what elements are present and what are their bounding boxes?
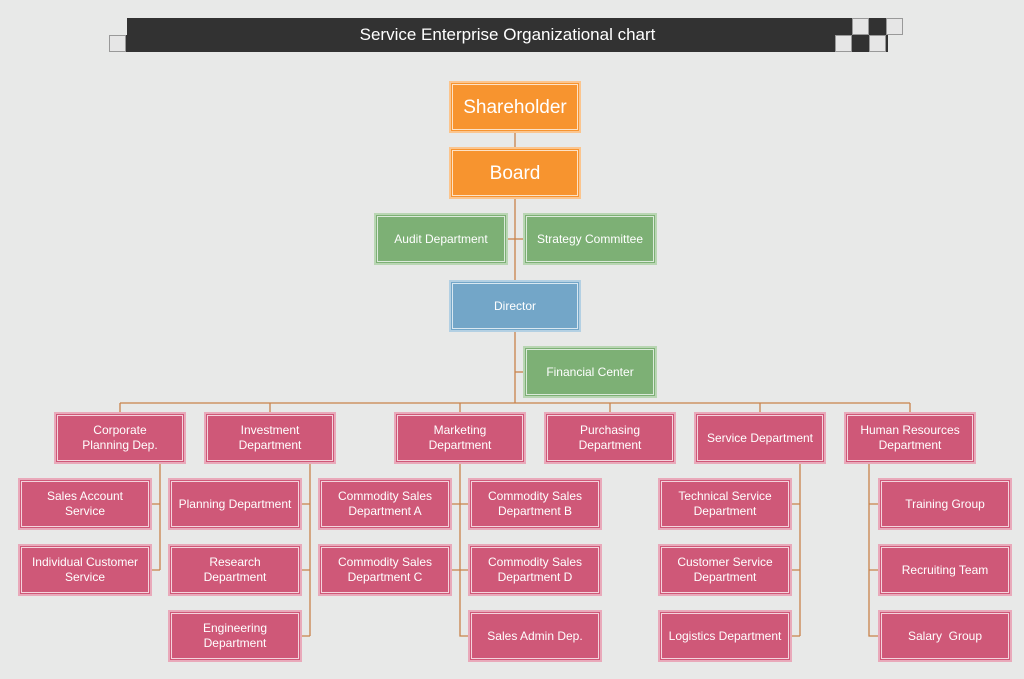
node-planning[interactable]: Planning Department bbox=[168, 478, 302, 530]
connector-drops bbox=[119, 403, 911, 412]
node-commodity-b[interactable]: Commodity Sales Department B bbox=[468, 478, 602, 530]
node-salary[interactable]: Salary Group bbox=[878, 610, 1012, 662]
node-label: Salary Group bbox=[907, 628, 983, 643]
connector-investment bbox=[302, 464, 311, 637]
connector-service bbox=[792, 464, 801, 637]
node-director[interactable]: Director bbox=[449, 280, 581, 332]
node-label: Shareholder bbox=[463, 96, 567, 118]
node-label: Sales Admin Dep. bbox=[487, 628, 583, 643]
node-logistics[interactable]: Logistics Department bbox=[658, 610, 792, 662]
node-label: Commodity Sales Department C bbox=[337, 555, 433, 584]
node-label: Recruiting Team bbox=[901, 562, 989, 577]
node-label: Research Department bbox=[203, 555, 267, 584]
node-board[interactable]: Board bbox=[449, 147, 581, 199]
node-technical-service[interactable]: Technical Service Department bbox=[658, 478, 792, 530]
node-label: Audit Department bbox=[394, 231, 488, 246]
node-label: Planning Department bbox=[178, 496, 292, 511]
node-label: Strategy Committee bbox=[536, 231, 644, 246]
node-label: Commodity Sales Department B bbox=[487, 489, 583, 518]
node-investment[interactable]: Investment Department bbox=[204, 412, 336, 464]
connector-marketing bbox=[452, 464, 468, 637]
node-label: Commodity Sales Department A bbox=[337, 489, 433, 518]
node-hr[interactable]: Human Resources Department bbox=[844, 412, 976, 464]
node-commodity-d[interactable]: Commodity Sales Department D bbox=[468, 544, 602, 596]
node-label: Human Resources Department bbox=[860, 423, 960, 452]
node-research[interactable]: Research Department bbox=[168, 544, 302, 596]
node-label: Engineering Department bbox=[202, 621, 268, 650]
node-service[interactable]: Service Department bbox=[694, 412, 826, 464]
node-label: Commodity Sales Department D bbox=[487, 555, 583, 584]
node-shareholder[interactable]: Shareholder bbox=[449, 81, 581, 133]
node-strategy[interactable]: Strategy Committee bbox=[523, 213, 657, 265]
node-individual-customer[interactable]: Individual Customer Service bbox=[18, 544, 152, 596]
node-label: Technical Service Department bbox=[678, 489, 772, 518]
node-label: Service Department bbox=[706, 430, 814, 445]
node-engineering[interactable]: Engineering Department bbox=[168, 610, 302, 662]
node-recruiting[interactable]: Recruiting Team bbox=[878, 544, 1012, 596]
node-label: Corporate Planning Dep. bbox=[82, 423, 158, 452]
node-audit[interactable]: Audit Department bbox=[374, 213, 508, 265]
node-label: Training Group bbox=[905, 496, 985, 511]
node-label: Financial Center bbox=[546, 364, 634, 379]
node-label: Customer Service Department bbox=[677, 555, 773, 584]
node-sales-account[interactable]: Sales Account Service bbox=[18, 478, 152, 530]
node-label: Logistics Department bbox=[668, 628, 782, 643]
node-label: Investment Department bbox=[238, 423, 302, 452]
node-marketing[interactable]: Marketing Department bbox=[394, 412, 526, 464]
node-financial[interactable]: Financial Center bbox=[523, 346, 657, 398]
node-label: Purchasing Department bbox=[578, 423, 642, 452]
node-label: Individual Customer Service bbox=[31, 555, 139, 584]
node-label: Board bbox=[489, 162, 541, 184]
connector-hr bbox=[868, 464, 878, 637]
connector-corporate bbox=[152, 464, 161, 571]
node-sales-admin[interactable]: Sales Admin Dep. bbox=[468, 610, 602, 662]
node-commodity-c[interactable]: Commodity Sales Department C bbox=[318, 544, 452, 596]
node-training[interactable]: Training Group bbox=[878, 478, 1012, 530]
node-label: Director bbox=[493, 298, 536, 313]
node-label: Sales Account Service bbox=[46, 489, 124, 518]
node-customer-service[interactable]: Customer Service Department bbox=[658, 544, 792, 596]
node-commodity-a[interactable]: Commodity Sales Department A bbox=[318, 478, 452, 530]
node-corporate-planning[interactable]: Corporate Planning Dep. bbox=[54, 412, 186, 464]
node-purchasing[interactable]: Purchasing Department bbox=[544, 412, 676, 464]
node-label: Marketing Department bbox=[428, 423, 492, 452]
